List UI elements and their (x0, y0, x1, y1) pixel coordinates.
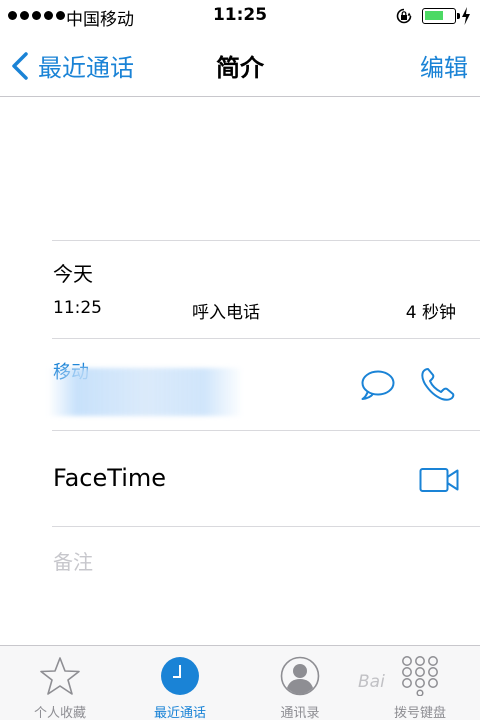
charging-icon (462, 7, 470, 25)
facetime-label: FaceTime (53, 464, 167, 492)
contacts-icon (280, 656, 320, 696)
divider (52, 240, 480, 241)
edit-button[interactable]: 编辑 (420, 48, 468, 83)
divider (52, 430, 480, 431)
star-icon (40, 657, 80, 695)
watermark-text: Bai (358, 672, 385, 692)
keypad-icon (402, 656, 438, 696)
tab-label: 个人收藏 (33, 706, 86, 720)
rotation-lock-icon (396, 8, 412, 24)
page-title: 简介 (216, 54, 264, 82)
tab-label: 通讯录 (280, 706, 320, 720)
tab-recents[interactable]: 最近通话 (120, 646, 240, 720)
notes-placeholder[interactable]: 备注 (53, 546, 93, 575)
tab-favorites[interactable]: 个人收藏 (0, 646, 120, 720)
status-bar: 中国移动 11:25 (0, 0, 480, 32)
phone-icon[interactable] (420, 366, 456, 402)
battery-icon (422, 8, 460, 24)
message-icon[interactable] (360, 369, 396, 401)
video-camera-icon[interactable] (419, 467, 459, 493)
clock-icon (161, 657, 199, 695)
tab-contacts[interactable]: 通讯录 (240, 646, 360, 720)
phone-number-redacted[interactable] (48, 368, 243, 416)
call-duration: 4 秒钟 (405, 303, 456, 323)
call-type: 呼入电话 (192, 303, 260, 323)
tab-label: 最近通话 (153, 706, 206, 720)
tab-bar: 个人收藏 最近通话 通讯录 拨号键盘 (0, 645, 480, 720)
tab-label: 拨号键盘 (393, 706, 446, 720)
call-time: 11:25 (53, 298, 102, 318)
call-date: 今天 (53, 262, 93, 286)
divider (52, 526, 480, 527)
navigation-bar: 最近通话 简介 编辑 (0, 32, 480, 97)
divider (52, 338, 480, 339)
